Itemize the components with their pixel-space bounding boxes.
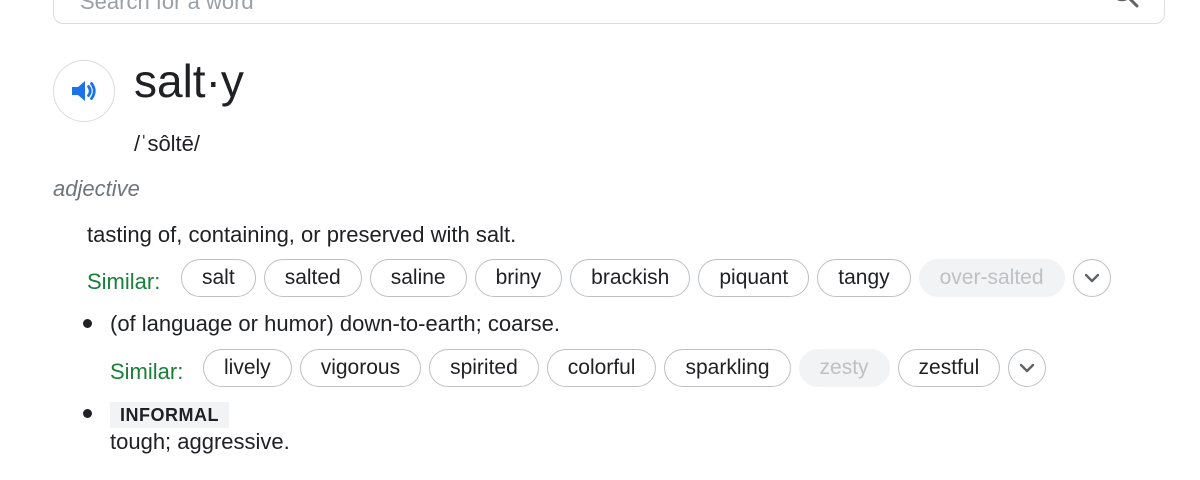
phonetic-spelling: /ˈsôltē/ bbox=[134, 131, 201, 156]
expand-similar-button[interactable] bbox=[1008, 349, 1047, 387]
headword: salt·y bbox=[134, 55, 244, 107]
similar-words-2: lively vigorous spirited colorful sparkling z… bbox=[203, 349, 1047, 387]
similar-word-chip: zesty bbox=[798, 349, 890, 387]
chevron-down-icon bbox=[1084, 273, 1099, 283]
part-of-speech: adjective bbox=[53, 176, 140, 201]
similar-label-1: Similar: bbox=[87, 269, 161, 294]
similar-word-chip[interactable]: briny bbox=[474, 259, 563, 297]
similar-word-chip[interactable]: salt bbox=[181, 259, 256, 297]
search-input[interactable]: Search for a word bbox=[53, 0, 1165, 24]
similar-word-chip[interactable]: colorful bbox=[546, 349, 657, 387]
definition-2: (of language or humor) down-to-earth; co… bbox=[110, 311, 561, 336]
similar-word-chip[interactable]: saline bbox=[369, 259, 467, 297]
similar-word-chip[interactable]: piquant bbox=[698, 259, 810, 297]
pronunciation-audio-button[interactable] bbox=[53, 60, 115, 122]
bullet bbox=[83, 319, 92, 328]
similar-word-chip[interactable]: vigorous bbox=[299, 349, 422, 387]
similar-word-chip[interactable]: sparkling bbox=[664, 349, 791, 387]
similar-word-chip[interactable]: zestful bbox=[897, 349, 1001, 387]
similar-word-chip[interactable]: salted bbox=[263, 259, 362, 297]
definition-3: tough; aggressive. bbox=[110, 429, 290, 454]
dictionary-card: Search for a word salt·y /ˈsôltē/ adject… bbox=[0, 0, 1200, 480]
similar-label-2: Similar: bbox=[110, 359, 184, 384]
chevron-down-icon bbox=[1020, 363, 1035, 373]
similar-word-chip[interactable]: tangy bbox=[817, 259, 911, 297]
similar-word-chip[interactable]: spirited bbox=[429, 349, 539, 387]
search-placeholder: Search for a word bbox=[80, 0, 254, 14]
similar-word-chip[interactable]: lively bbox=[203, 349, 292, 387]
similar-word-chip[interactable]: brackish bbox=[570, 259, 691, 297]
speaker-icon bbox=[72, 81, 96, 101]
similar-word-chip: over-salted bbox=[918, 259, 1065, 297]
similar-words-1: salt salted saline briny brackish piquant tang… bbox=[181, 259, 1111, 297]
bullet bbox=[83, 409, 92, 418]
expand-similar-button[interactable] bbox=[1072, 259, 1111, 297]
definition-1: tasting of, containing, or preserved wit… bbox=[87, 222, 517, 247]
search-icon[interactable] bbox=[1110, 0, 1140, 11]
register-label: INFORMAL bbox=[110, 402, 229, 428]
